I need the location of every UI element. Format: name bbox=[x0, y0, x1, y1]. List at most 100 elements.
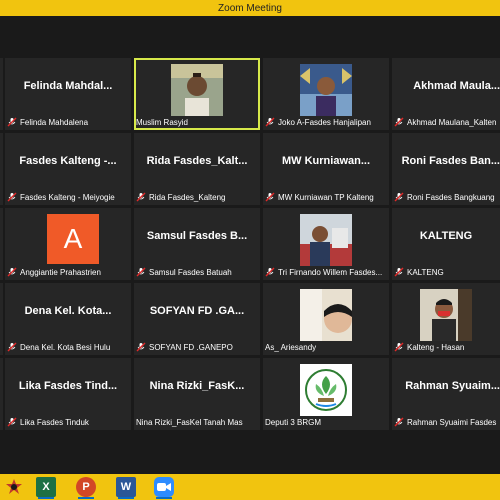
participant-label: Anggiantie Prahastrien bbox=[7, 265, 129, 279]
top-strip bbox=[0, 16, 500, 54]
participant-label: Lika Fasdes Tinduk bbox=[7, 415, 129, 429]
participant-tile[interactable]: Rida Fasdes_Kalt... Rida Fasdes_Kalteng bbox=[134, 133, 260, 205]
participant-tile[interactable]: Kalteng - Hasan bbox=[392, 283, 500, 355]
window-title: Zoom Meeting bbox=[218, 2, 282, 14]
active-indicator bbox=[38, 497, 54, 499]
participant-tile[interactable]: Akhmad Maula... Akhmad Maulana_Kalten bbox=[392, 58, 500, 130]
partial-tile bbox=[0, 208, 3, 280]
participant-tile[interactable]: Lika Fasdes Tind... Lika Fasdes Tinduk bbox=[5, 358, 131, 430]
word-icon[interactable]: W bbox=[116, 477, 136, 497]
participant-tile[interactable]: MW Kurniawan... MW Kurniawan TP Kalteng bbox=[263, 133, 389, 205]
participant-name: Rahman Syuaimi Fasdes bbox=[407, 417, 497, 427]
participant-label: Fasdes Kalteng - Meiyogie bbox=[7, 190, 129, 204]
partial-tile bbox=[0, 58, 3, 130]
participant-tile[interactable]: Samsul Fasdes B... Samsul Fasdes Batuah bbox=[134, 208, 260, 280]
participant-tile[interactable]: Rahman Syuaim... Rahman Syuaimi Fasdes bbox=[392, 358, 500, 430]
participant-name: Akhmad Maulana_Kalten bbox=[407, 117, 497, 127]
participant-label: Kalteng - Hasan bbox=[394, 340, 498, 354]
participant-label: Joko A-Fasdes Hanjalipan bbox=[265, 115, 387, 129]
participant-video bbox=[171, 64, 223, 116]
participant-tile[interactable]: Dena Kel. Kota... Dena Kel. Kota Besi Hu… bbox=[5, 283, 131, 355]
participant-tile-active-speaker[interactable]: Muslim Rasyid bbox=[134, 58, 260, 130]
mic-muted-icon bbox=[394, 342, 404, 352]
participant-tile[interactable]: SOFYAN FD .GA... SOFYAN FD .GANEPO bbox=[134, 283, 260, 355]
participant-tile[interactable]: Tri Firnando Willem Fasdes... bbox=[263, 208, 389, 280]
partial-tile bbox=[0, 133, 3, 205]
participant-label: Muslim Rasyid bbox=[136, 115, 258, 129]
participant-name: Anggiantie Prahastrien bbox=[20, 267, 101, 277]
participant-tile[interactable]: Deputi 3 BRGM bbox=[263, 358, 389, 430]
participant-display-name: Rahman Syuaim... bbox=[405, 380, 500, 392]
participant-display-name: Felinda Mahdal... bbox=[23, 80, 113, 92]
mic-muted-icon bbox=[394, 117, 404, 127]
participant-name: Roni Fasdes Bangkuang bbox=[407, 192, 495, 202]
participant-tile[interactable]: Fasdes Kalteng -... Fasdes Kalteng - Mei… bbox=[5, 133, 131, 205]
participant-label: SOFYAN FD .GANEPO bbox=[136, 340, 258, 354]
participant-name: Lika Fasdes Tinduk bbox=[20, 417, 89, 427]
participant-display-name: Fasdes Kalteng -... bbox=[19, 155, 117, 167]
mic-muted-icon bbox=[7, 267, 17, 277]
participant-label: Tri Firnando Willem Fasdes... bbox=[265, 265, 387, 279]
participant-label: MW Kurniawan TP Kalteng bbox=[265, 190, 387, 204]
participant-name: Kalteng - Hasan bbox=[407, 342, 465, 352]
participant-name: Dena Kel. Kota Besi Hulu bbox=[20, 342, 111, 352]
participant-name: Rida Fasdes_Kalteng bbox=[149, 192, 226, 202]
participant-label: Rida Fasdes_Kalteng bbox=[136, 190, 258, 204]
participant-video-logo bbox=[300, 364, 352, 416]
window-titlebar[interactable]: Zoom Meeting bbox=[0, 0, 500, 16]
mic-muted-icon bbox=[7, 417, 17, 427]
participant-label: Rahman Syuaimi Fasdes bbox=[394, 415, 498, 429]
active-indicator bbox=[118, 497, 134, 499]
participant-tile[interactable]: Joko A-Fasdes Hanjalipan bbox=[263, 58, 389, 130]
mic-muted-icon bbox=[265, 117, 275, 127]
participant-tile[interactable]: As_ Ariesandy bbox=[263, 283, 389, 355]
participant-tile[interactable]: KALTENG KALTENG bbox=[392, 208, 500, 280]
participant-name: As_ Ariesandy bbox=[265, 342, 317, 352]
participant-name: Deputi 3 BRGM bbox=[265, 417, 322, 427]
mic-muted-icon bbox=[136, 267, 146, 277]
participant-label: Deputi 3 BRGM bbox=[265, 415, 387, 429]
participant-label: Felinda Mahdalena bbox=[7, 115, 129, 129]
participant-name: KALTENG bbox=[407, 267, 444, 277]
participant-display-name: Samsul Fasdes B... bbox=[146, 230, 248, 242]
active-indicator bbox=[156, 497, 172, 499]
mic-muted-icon bbox=[394, 267, 404, 277]
participant-display-name: KALTENG bbox=[419, 230, 473, 242]
participant-name: SOFYAN FD .GANEPO bbox=[149, 342, 233, 352]
participant-label: As_ Ariesandy bbox=[265, 340, 387, 354]
participant-video bbox=[300, 64, 352, 116]
participant-name: Fasdes Kalteng - Meiyogie bbox=[20, 192, 115, 202]
participant-tile[interactable]: Nina Rizki_FasK... Nina Rizki_FasKel Tan… bbox=[134, 358, 260, 430]
mic-muted-icon bbox=[394, 192, 404, 202]
participant-tile[interactable]: A Anggiantie Prahastrien bbox=[5, 208, 131, 280]
participant-label: Roni Fasdes Bangkuang bbox=[394, 190, 498, 204]
active-indicator bbox=[78, 497, 94, 499]
participant-video bbox=[300, 214, 352, 266]
powerpoint-icon[interactable]: P bbox=[76, 477, 96, 497]
participant-display-name: Lika Fasdes Tind... bbox=[18, 380, 118, 392]
participant-video bbox=[420, 289, 472, 341]
participant-name: Joko A-Fasdes Hanjalipan bbox=[278, 117, 371, 127]
mic-muted-icon bbox=[265, 267, 275, 277]
mic-muted-icon bbox=[265, 192, 275, 202]
participant-name: Felinda Mahdalena bbox=[20, 117, 89, 127]
participant-display-name: Akhmad Maula... bbox=[413, 80, 500, 92]
mic-muted-icon bbox=[136, 342, 146, 352]
partial-tile bbox=[0, 283, 3, 355]
participant-label: Nina Rizki_FasKel Tanah Mas bbox=[136, 415, 258, 429]
participant-name: MW Kurniawan TP Kalteng bbox=[278, 192, 374, 202]
participant-tile[interactable]: Felinda Mahdal... Felinda Mahdalena bbox=[5, 58, 131, 130]
mic-muted-icon bbox=[394, 417, 404, 427]
participant-display-name: SOFYAN FD .GA... bbox=[149, 305, 245, 317]
participant-display-name: Roni Fasdes Ban... bbox=[401, 155, 500, 167]
excel-icon[interactable]: X bbox=[36, 477, 56, 497]
zoom-icon[interactable] bbox=[154, 477, 174, 497]
partial-tile bbox=[0, 358, 3, 430]
taskbar: X P W bbox=[0, 474, 500, 500]
participant-display-name: MW Kurniawan... bbox=[282, 155, 370, 167]
participant-video bbox=[300, 289, 352, 341]
participant-label: Dena Kel. Kota Besi Hulu bbox=[7, 340, 129, 354]
participant-tile[interactable]: Roni Fasdes Ban... Roni Fasdes Bangkuang bbox=[392, 133, 500, 205]
participant-name: Tri Firnando Willem Fasdes... bbox=[278, 267, 383, 277]
app-icon[interactable] bbox=[4, 477, 24, 497]
